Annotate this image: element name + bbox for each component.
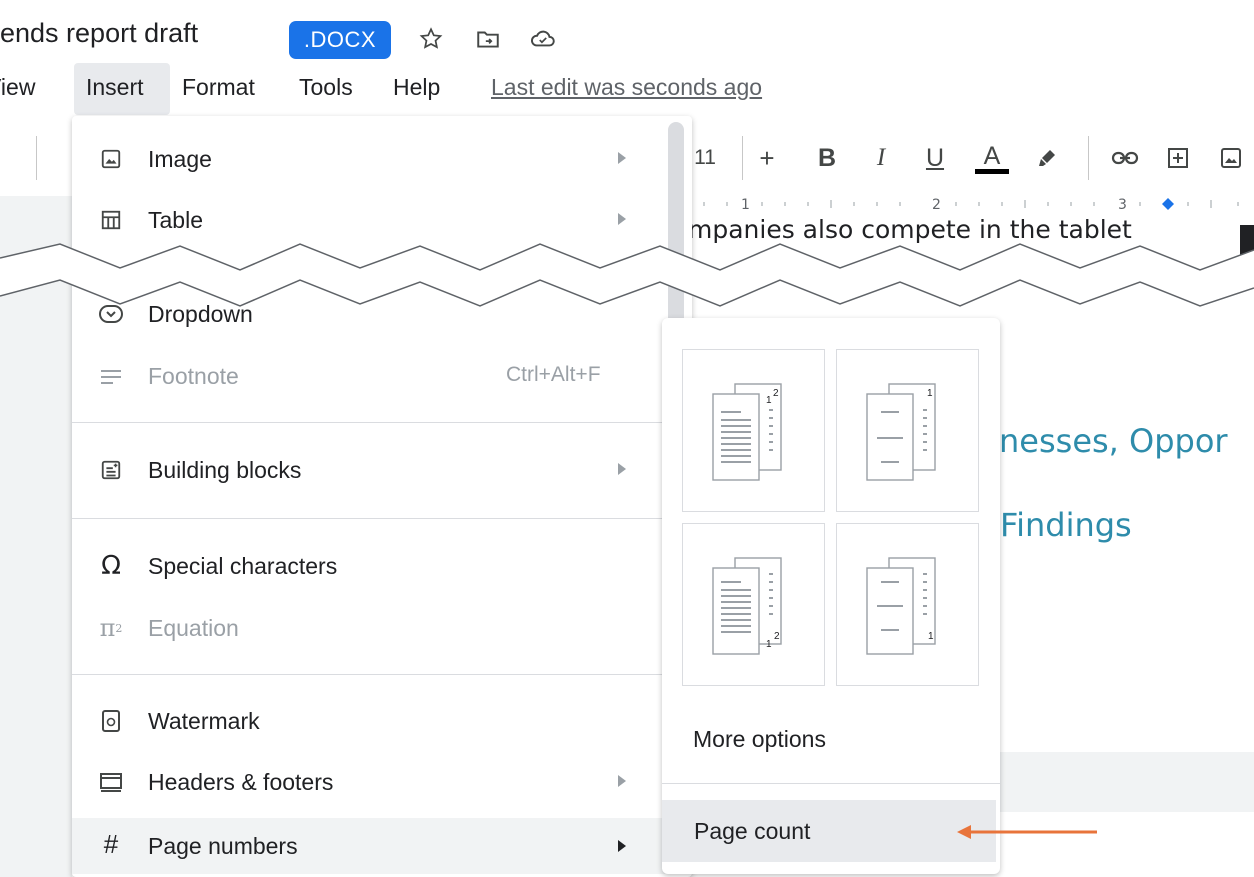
document-title[interactable]: ends report draft: [0, 18, 198, 49]
menu-item-label: Page numbers: [148, 833, 298, 859]
page-number-preview-icon: [712, 383, 782, 481]
underline-button[interactable]: U: [920, 140, 950, 176]
file-type-badge: .DOCX: [289, 21, 391, 59]
menu-insert[interactable]: Insert: [86, 74, 144, 101]
move-to-folder-icon[interactable]: [474, 25, 502, 53]
canvas-margin: [0, 220, 72, 877]
preview-page-label: 1: [927, 388, 933, 399]
menu-item-shortcut: Ctrl+Alt+F: [506, 363, 601, 386]
menu-item-building-blocks[interactable]: Building blocks: [72, 444, 668, 496]
preview-page-label: 2: [773, 388, 779, 399]
menu-item-watermark[interactable]: Watermark: [72, 695, 668, 747]
menu-help[interactable]: Help: [393, 74, 440, 101]
menu-item-label: Footnote: [148, 363, 239, 389]
preview-page-label: 1: [766, 639, 772, 650]
toolbar-divider: [742, 136, 743, 180]
page-number-option-bottom[interactable]: 1 2: [682, 523, 825, 686]
omega-icon: Ω: [101, 551, 121, 581]
menu-item-image[interactable]: Image: [72, 133, 668, 185]
page-number-option-top-skip-first[interactable]: 1 2: [682, 349, 825, 512]
submenu-arrow-icon: [618, 463, 626, 475]
footnote-icon: [98, 363, 124, 389]
text-color-button[interactable]: A: [975, 140, 1009, 176]
submenu-arrow-icon: [618, 840, 626, 852]
increase-font-size-button[interactable]: +: [752, 140, 782, 176]
screenshot-break-zigzag: [0, 243, 1254, 307]
ruler-mark-1: 1: [741, 197, 750, 213]
menu-divider: [72, 518, 668, 519]
insert-link-icon[interactable]: [1108, 140, 1142, 176]
page-count-item[interactable]: Page count: [662, 800, 996, 862]
toolbar-divider: [1088, 136, 1089, 180]
menu-item-label: Headers & footers: [148, 769, 334, 795]
page-count-label: Page count: [694, 818, 811, 844]
star-icon[interactable]: [417, 25, 445, 53]
page-number-preview-icon: [866, 383, 936, 481]
headers-footers-icon: [98, 769, 124, 795]
menu-divider: [72, 674, 668, 675]
preview-page-label: 1: [928, 631, 934, 642]
menu-format[interactable]: Format: [182, 74, 255, 101]
highlight-pen-icon[interactable]: [1032, 140, 1062, 176]
text-color-label: A: [983, 141, 1001, 170]
menu-item-page-numbers[interactable]: # Page numbers: [72, 818, 668, 874]
more-options-item[interactable]: More options: [693, 726, 826, 753]
menu-item-label: Building blocks: [148, 457, 302, 483]
page-number-option-bottom-skip-first[interactable]: 1: [836, 523, 979, 686]
menu-item-special-characters[interactable]: Ω Special characters: [72, 540, 668, 592]
submenu-arrow-icon: [618, 152, 626, 164]
toolbar-divider: [36, 136, 37, 180]
submenu-arrow-icon: [618, 213, 626, 225]
menu-item-equation: π2 Equation: [72, 602, 668, 654]
submenu-arrow-icon: [618, 775, 626, 787]
menu-item-label: Image: [148, 146, 212, 172]
menu-item-footnote: Footnote Ctrl+Alt+F: [72, 350, 668, 402]
image-icon: [98, 146, 124, 172]
page-number-preview-icon: [712, 557, 782, 655]
document-heading[interactable]: nesses, Oppor: [999, 422, 1228, 460]
watermark-icon: [98, 708, 124, 734]
document-heading[interactable]: Findings: [1000, 506, 1132, 544]
bold-button[interactable]: B: [812, 140, 842, 176]
menu-item-headers-footers[interactable]: Headers & footers: [72, 756, 668, 808]
preview-page-label: 2: [774, 631, 780, 642]
page-number-preview-icon: [866, 557, 936, 655]
menu-view[interactable]: View: [0, 74, 35, 101]
ruler-mark-2: 2: [932, 197, 941, 213]
menu-tools[interactable]: Tools: [299, 74, 353, 101]
building-blocks-icon: [98, 457, 124, 483]
add-comment-icon[interactable]: [1163, 140, 1193, 176]
menu-divider: [72, 422, 668, 423]
hash-icon: #: [103, 828, 119, 859]
menu-item-label: Watermark: [148, 708, 260, 734]
insert-image-icon[interactable]: [1216, 140, 1246, 176]
page-number-option-top[interactable]: 1: [836, 349, 979, 512]
submenu-divider: [662, 783, 1000, 784]
page-gap: [1000, 752, 1254, 812]
ruler-mark-3: 3: [1118, 197, 1127, 213]
menu-item-label: Special characters: [148, 553, 338, 579]
last-edit-link[interactable]: Last edit was seconds ago: [491, 74, 762, 101]
preview-page-label: 1: [766, 395, 772, 406]
italic-button[interactable]: I: [866, 140, 896, 176]
indent-marker[interactable]: [1162, 198, 1174, 210]
annotation-arrow-icon: [957, 825, 1097, 839]
pi-icon: π2: [99, 614, 123, 642]
font-size-value[interactable]: 11: [690, 140, 720, 176]
menu-item-label: Equation: [148, 615, 239, 641]
cloud-saved-icon[interactable]: [529, 25, 557, 53]
text-color-swatch: [975, 168, 1009, 174]
